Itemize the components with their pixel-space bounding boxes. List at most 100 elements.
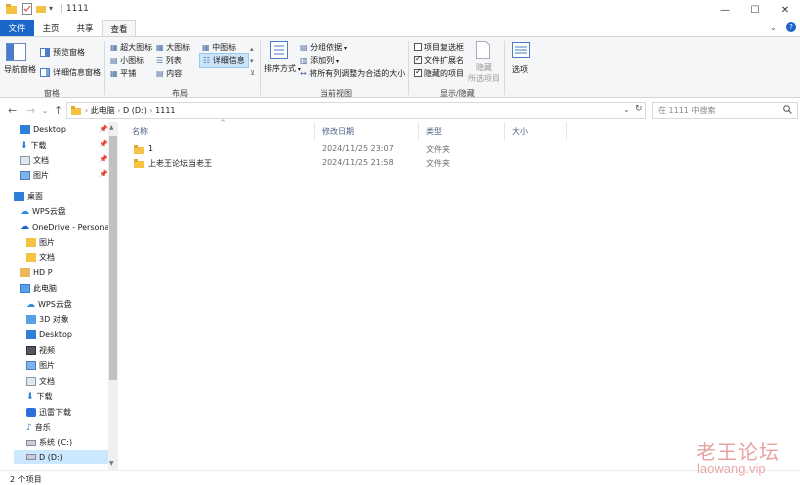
add-column-button[interactable]: ▥ 添加列 ▾	[300, 55, 339, 66]
nav-item-desktop-root[interactable]: 桌面	[14, 191, 43, 202]
layout-expand-icon[interactable]: ⊻	[250, 69, 255, 77]
nav-item-music[interactable]: ♪ 音乐	[26, 422, 51, 433]
scroll-up-icon[interactable]: ▲	[109, 124, 114, 131]
checkbox	[414, 54, 422, 64]
preview-pane-button[interactable]: 预览窗格	[40, 47, 85, 58]
nav-item-desktop-pc[interactable]: Desktop	[26, 330, 72, 339]
nav-item-pictures[interactable]: 图片	[20, 170, 49, 181]
refresh-icon[interactable]: ↻	[635, 104, 643, 114]
close-button[interactable]: ✕	[770, 0, 800, 20]
help-icon[interactable]: ?	[786, 22, 796, 32]
tab-file[interactable]: 文件	[0, 20, 34, 36]
cloud-icon: ☁	[20, 206, 29, 217]
pictures-icon	[26, 361, 36, 370]
table-row[interactable]: 1 2024/11/25 23:07 文件夹	[118, 142, 800, 156]
expand-ribbon-icon[interactable]: ⌄	[770, 23, 777, 32]
column-divider[interactable]	[504, 122, 505, 140]
layout-small-icons[interactable]: ▤ 小图标	[110, 55, 144, 66]
breadcrumb-this-pc[interactable]: 此电脑	[91, 106, 115, 115]
options-button[interactable]: 选项	[512, 64, 528, 75]
nav-item-videos[interactable]: 视频	[26, 345, 55, 356]
nav-item-downloads[interactable]: ⬇ 下载	[20, 140, 47, 151]
properties-icon[interactable]	[22, 3, 32, 15]
new-folder-icon[interactable]	[36, 4, 46, 14]
file-extensions-toggle[interactable]: 文件扩展名	[414, 54, 464, 66]
search-icon	[783, 105, 792, 114]
customize-quick-access-icon[interactable]: ▾	[49, 4, 53, 13]
nav-item-wps-cloud[interactable]: ☁ WPS云盘	[20, 206, 66, 217]
sort-by-button[interactable]: 排序方式 ▾	[264, 63, 301, 74]
nav-item-onedrive[interactable]: ☁ OneDrive - Personal	[20, 222, 112, 232]
layout-tiles[interactable]: ▦ 平铺	[110, 68, 136, 79]
nav-item-onedrive-pictures[interactable]: 图片	[26, 237, 55, 248]
nav-item-wps-cloud-pc[interactable]: ☁ WPS云盘	[26, 299, 72, 310]
nav-item-this-pc[interactable]: 此电脑	[20, 283, 57, 294]
sort-indicator-icon: ^	[220, 119, 226, 127]
nav-scrollbar-thumb[interactable]	[109, 136, 117, 380]
nav-item-pictures-pc[interactable]: 图片	[26, 360, 55, 371]
group-label-panes: 窗格	[44, 89, 60, 98]
hide-selected-button[interactable]: 隐藏	[476, 62, 492, 73]
scroll-down-icon[interactable]: ▼	[109, 460, 114, 467]
table-row[interactable]: 上老王论坛当老王 2024/11/25 21:58 文件夹	[118, 156, 800, 170]
tab-share[interactable]: 共享	[68, 20, 102, 36]
checkbox	[414, 67, 422, 77]
address-row: ← → ⌄ ↑ › 此电脑 › D (D:) › 1111 ⌄ ↻ 在 1111…	[0, 100, 800, 122]
nav-item-drive-d[interactable]: D (D:)	[14, 450, 108, 464]
nav-item-hdp[interactable]: HD P	[20, 268, 53, 277]
hidden-items-toggle[interactable]: 隐藏的项目	[414, 67, 464, 79]
nav-pane-button[interactable]: 导航窗格	[4, 64, 36, 75]
layout-details[interactable]: ☷ 详细信息	[199, 53, 249, 68]
file-date: 2024/11/25 23:07	[322, 144, 394, 153]
up-button[interactable]: ↑	[54, 104, 63, 117]
recent-locations-icon[interactable]: ⌄	[42, 107, 48, 115]
forward-button[interactable]: →	[26, 104, 35, 117]
group-by-button[interactable]: ▤ 分组依据 ▾	[300, 42, 347, 53]
ribbon-divider	[260, 41, 261, 95]
cube-icon	[26, 315, 36, 324]
folder-icon	[71, 106, 81, 115]
nav-item-desktop[interactable]: Desktop	[20, 125, 66, 134]
tab-view[interactable]: 查看	[102, 20, 136, 37]
nav-item-documents-pc[interactable]: 文档	[26, 376, 55, 387]
layout-large-icons[interactable]: ▦ 大图标	[156, 42, 190, 53]
column-divider[interactable]	[418, 122, 419, 140]
details-pane-button[interactable]: 详细信息窗格	[40, 67, 101, 78]
layout-list[interactable]: ☰ 列表	[156, 55, 182, 66]
maximize-button[interactable]: ☐	[740, 0, 770, 20]
layout-medium-icons[interactable]: ▦ 中图标	[202, 42, 236, 53]
nav-item-downloads-pc[interactable]: ⬇ 下载	[26, 391, 53, 402]
nav-item-documents[interactable]: 文档	[20, 155, 49, 166]
file-type: 文件夹	[426, 159, 450, 168]
ribbon-divider	[504, 41, 505, 95]
nav-item-onedrive-documents[interactable]: 文档	[26, 252, 55, 263]
nav-pane-icon[interactable]	[6, 43, 26, 61]
layout-content[interactable]: ▤ 内容	[156, 68, 182, 79]
desktop-icon	[20, 125, 30, 134]
nav-item-xunlei[interactable]: 迅雷下载	[26, 407, 71, 418]
search-input[interactable]: 在 1111 中搜索	[652, 102, 798, 119]
item-checkboxes-toggle[interactable]: 项目复选框	[414, 42, 464, 53]
layout-scroll-up-icon[interactable]: ▴	[250, 45, 254, 53]
column-header-size[interactable]: 大小	[512, 126, 528, 137]
layout-scroll-down-icon[interactable]: ▾	[250, 57, 254, 65]
fit-columns-button[interactable]: ↔ 将所有列调整为合适的大小	[300, 68, 405, 79]
column-divider[interactable]	[314, 122, 315, 140]
file-name: 上老王论坛当老王	[148, 159, 212, 168]
breadcrumb-folder[interactable]: 1111	[155, 106, 175, 115]
address-dropdown-icon[interactable]: ⌄	[623, 105, 630, 114]
sort-icon	[270, 41, 288, 59]
nav-item-drive-c[interactable]: 系统 (C:)	[26, 437, 72, 448]
column-divider[interactable]	[566, 122, 567, 140]
nav-item-3d-objects[interactable]: 3D 对象	[26, 314, 69, 325]
minimize-button[interactable]: —	[710, 0, 740, 20]
breadcrumb-drive[interactable]: D (D:)	[123, 106, 147, 115]
preview-pane-label: 预览窗格	[53, 48, 85, 57]
layout-extra-large-icons[interactable]: ▦ 超大图标	[110, 42, 152, 53]
column-header-type[interactable]: 类型	[426, 126, 442, 137]
column-header-name[interactable]: 名称	[132, 126, 148, 137]
back-button[interactable]: ←	[8, 104, 17, 117]
tab-home[interactable]: 主页	[34, 20, 68, 36]
address-bar[interactable]: › 此电脑 › D (D:) › 1111 ⌄ ↻	[66, 102, 646, 119]
column-header-date[interactable]: 修改日期	[322, 126, 354, 137]
